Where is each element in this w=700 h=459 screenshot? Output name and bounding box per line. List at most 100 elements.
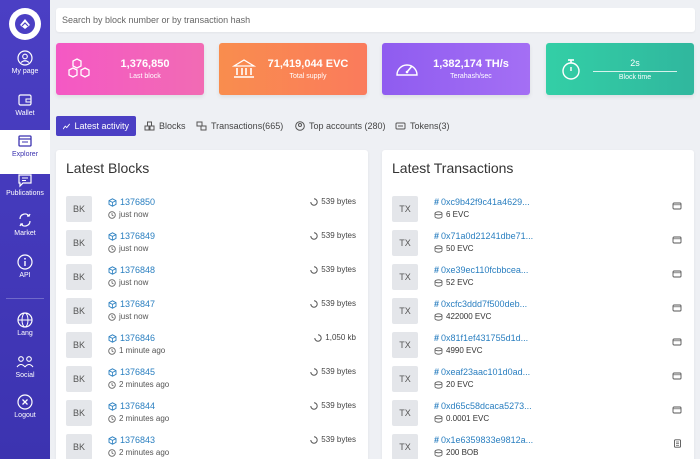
clock-icon — [108, 244, 116, 253]
transaction-amount: 50 EVC — [434, 244, 474, 253]
coins-icon — [434, 448, 443, 457]
transaction-hash-link[interactable]: #0x1e6359833e9812a... — [434, 435, 533, 445]
block-time: 2 minutes ago — [108, 448, 169, 457]
search-bar — [56, 8, 695, 32]
tab-transactions[interactable]: Transactions(665) — [189, 116, 290, 136]
tab-blocks[interactable]: Blocks — [137, 116, 193, 136]
block-number-link[interactable]: 1376850 — [108, 197, 155, 207]
block-number-link[interactable]: 1376845 — [108, 367, 155, 377]
transaction-hash-link[interactable]: #0xeaf23aac101d0ad... — [434, 367, 530, 377]
sidebar-item-explorer[interactable]: Explorer — [0, 130, 50, 174]
transaction-amount: 52 EVC — [434, 278, 474, 287]
hash-icon: # — [434, 401, 440, 411]
transaction-hash: 0xe39ec110fcbbcea... — [441, 265, 529, 275]
block-number: 1376843 — [120, 435, 156, 445]
block-badge: BK — [66, 230, 92, 256]
stat-value: 2s — [630, 57, 640, 68]
sidebar-item-label: Explorer — [11, 151, 39, 158]
spinner-icon — [310, 401, 318, 410]
sidebar-item-lang[interactable]: Lang — [0, 312, 50, 352]
block-number: 1376846 — [120, 333, 156, 343]
block-number: 1376850 — [120, 197, 156, 207]
stat-label: Block time — [618, 73, 652, 81]
block-number-link[interactable]: 1376848 — [108, 265, 155, 275]
sidebar-item-social[interactable]: Social — [0, 354, 50, 394]
sidebar-item-publications[interactable]: Publications — [0, 172, 50, 212]
block-badge: BK — [66, 434, 92, 459]
stopwatch-icon — [556, 54, 586, 84]
block-number-link[interactable]: 1376843 — [108, 435, 155, 445]
sidebar-item-api[interactable]: API — [0, 254, 50, 294]
block-badge: BK — [66, 264, 92, 290]
block-badge: BK — [66, 400, 92, 426]
exchange-icon — [19, 213, 31, 227]
transaction-amount: 20 EVC — [434, 380, 474, 389]
panel-title: Latest Blocks — [66, 160, 150, 176]
transaction-amount: 4990 EVC — [434, 346, 482, 355]
info-icon — [17, 254, 33, 270]
clock-icon — [108, 312, 116, 321]
app-logo[interactable] — [9, 8, 41, 40]
hash-icon: # — [434, 231, 440, 241]
stat-value: 71,419,044 EVC — [267, 58, 349, 70]
cube-icon — [108, 333, 117, 343]
sidebar-item-wallet[interactable]: Wallet — [0, 92, 50, 132]
sidebar-divider — [6, 298, 44, 299]
message-icon[interactable] — [672, 333, 682, 351]
coins-icon — [434, 210, 443, 219]
coins-icon — [434, 380, 443, 389]
sidebar-item-my-page[interactable]: My page — [0, 50, 50, 90]
hash-icon: # — [434, 265, 440, 275]
transaction-hash: 0x1e6359833e9812a... — [441, 435, 534, 445]
spinner-icon — [310, 435, 318, 444]
block-number-link[interactable]: 1376849 — [108, 231, 155, 241]
tab-latest-activity[interactable]: Latest activity — [56, 116, 136, 136]
transaction-hash-link[interactable]: #0x81f1ef431755d1d... — [434, 333, 528, 343]
transaction-amount: 200 BOB — [434, 448, 478, 457]
sidebar-item-logout[interactable]: Logout — [0, 394, 50, 434]
coins-icon — [434, 312, 443, 321]
hash-icon: # — [434, 367, 440, 377]
transaction-hash-link[interactable]: #0xe39ec110fcbbcea... — [434, 265, 528, 275]
spinner-icon — [310, 197, 318, 206]
latest-blocks-panel: Latest Blocks BK 1376850 just now 539 bytes… — [56, 150, 368, 459]
block-number-link[interactable]: 1376847 — [108, 299, 155, 309]
block-number-link[interactable]: 1376846 — [108, 333, 155, 343]
search-input[interactable] — [62, 15, 689, 25]
explorer-icon — [18, 135, 32, 147]
block-time-text: just now — [119, 278, 149, 287]
document-icon[interactable] — [673, 435, 682, 453]
spinner-icon — [310, 231, 318, 240]
block-row: BK 1376845 2 minutes ago 539 bytes — [66, 363, 360, 397]
stat-label: Terahash/sec — [450, 73, 492, 80]
message-icon[interactable] — [672, 197, 682, 215]
message-icon[interactable] — [672, 367, 682, 385]
tab-top-accounts[interactable]: Top accounts (280) — [288, 116, 393, 136]
message-icon[interactable] — [672, 299, 682, 317]
clock-icon — [108, 448, 116, 457]
clock-icon — [108, 380, 116, 389]
clock-icon — [108, 346, 116, 355]
stat-card-hashrate: 1,382,174 TH/s Terahash/sec — [382, 43, 530, 95]
sidebar-item-label: My page — [11, 68, 39, 75]
block-number-link[interactable]: 1376844 — [108, 401, 155, 411]
transaction-hash-link[interactable]: #0xd65c58dcaca5273... — [434, 401, 532, 411]
transaction-hash-link[interactable]: #0xc9b42f9c41a4629... — [434, 197, 530, 207]
hash-icon: # — [434, 333, 440, 343]
token-icon — [395, 122, 406, 130]
transaction-hash-link[interactable]: #0x71a0d21241dbe71... — [434, 231, 533, 241]
sidebar-item-market[interactable]: Market — [0, 212, 50, 252]
message-icon[interactable] — [672, 231, 682, 249]
tab-tokens[interactable]: Tokens(3) — [388, 116, 457, 136]
transaction-hash-link[interactable]: #0xcfc3ddd7f500deb... — [434, 299, 527, 309]
transaction-row: TX #0xcfc3ddd7f500deb... 422000 EVC — [392, 295, 686, 329]
transaction-amount-text: 422000 EVC — [446, 312, 492, 321]
message-icon[interactable] — [672, 401, 682, 419]
block-number: 1376845 — [120, 367, 156, 377]
message-icon[interactable] — [672, 265, 682, 283]
spinner-icon — [310, 299, 318, 308]
block-size: 539 bytes — [310, 231, 356, 240]
clock-icon — [108, 278, 116, 287]
tab-label: Tokens(3) — [410, 121, 450, 131]
block-time-text: just now — [119, 312, 149, 321]
